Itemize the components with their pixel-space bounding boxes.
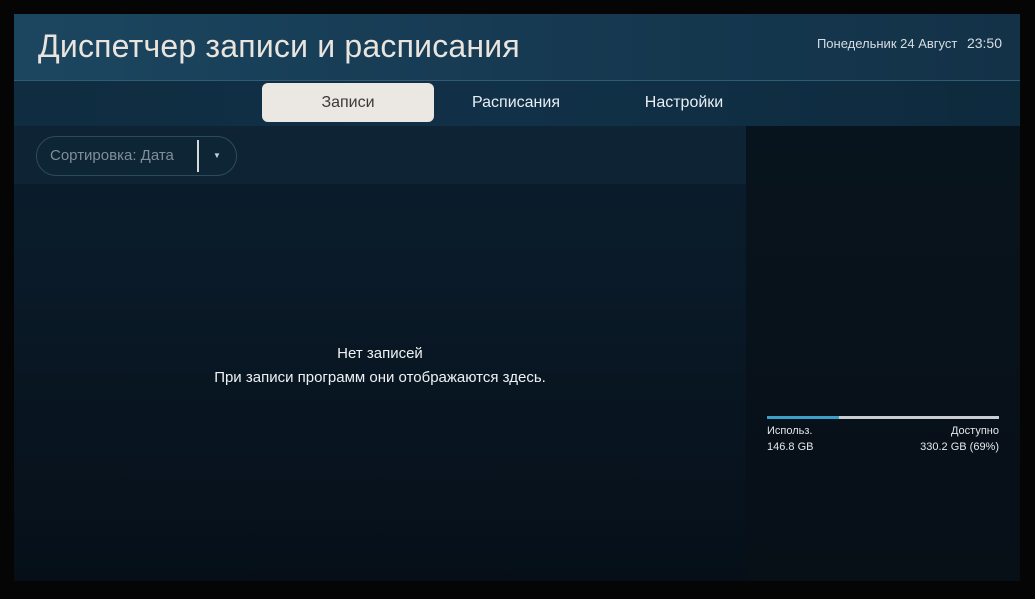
- sort-label: Сортировка: Дата: [50, 147, 174, 164]
- storage-pane: Использ. 146.8 GB Доступно 330.2 GB (69%…: [746, 126, 1020, 581]
- storage-usage-fill: [767, 416, 839, 419]
- recordings-pane: Сортировка: Дата ▼ Нет записей При запис…: [14, 126, 746, 581]
- page-title: Диспетчер записи и расписания: [38, 28, 520, 64]
- tab-schedules[interactable]: Расписания: [430, 83, 602, 122]
- tv-screen: Диспетчер записи и расписания Понедельни…: [14, 14, 1020, 581]
- tab-recordings[interactable]: Записи: [262, 83, 434, 122]
- storage-used-value: 146.8 GB: [767, 441, 814, 453]
- storage-usage-bar: [767, 416, 999, 419]
- datetime: Понедельник 24 Август 23:50: [817, 35, 1002, 51]
- sort-dropdown[interactable]: Сортировка: Дата ▼: [36, 136, 237, 176]
- empty-state-subtitle: При записи программ они отображаются зде…: [214, 369, 546, 386]
- empty-state-title: Нет записей: [337, 345, 423, 362]
- header: Диспетчер записи и расписания Понедельни…: [14, 14, 1020, 81]
- empty-state: Нет записей При записи программ они отоб…: [14, 342, 746, 390]
- time-label: 23:50: [966, 35, 1002, 51]
- tab-bar: Записи Расписания Настройки: [14, 81, 1020, 126]
- caret-down-icon: ▼: [213, 151, 221, 160]
- storage-free-value: 330.2 GB (69%): [920, 441, 999, 453]
- storage-used-label: Использ.: [767, 425, 813, 437]
- sort-divider: [197, 140, 199, 172]
- tab-settings[interactable]: Настройки: [598, 83, 770, 122]
- date-label: Понедельник 24 Август: [816, 36, 958, 51]
- sort-bar: Сортировка: Дата ▼: [14, 126, 746, 184]
- storage-free-label: Доступно: [950, 425, 999, 437]
